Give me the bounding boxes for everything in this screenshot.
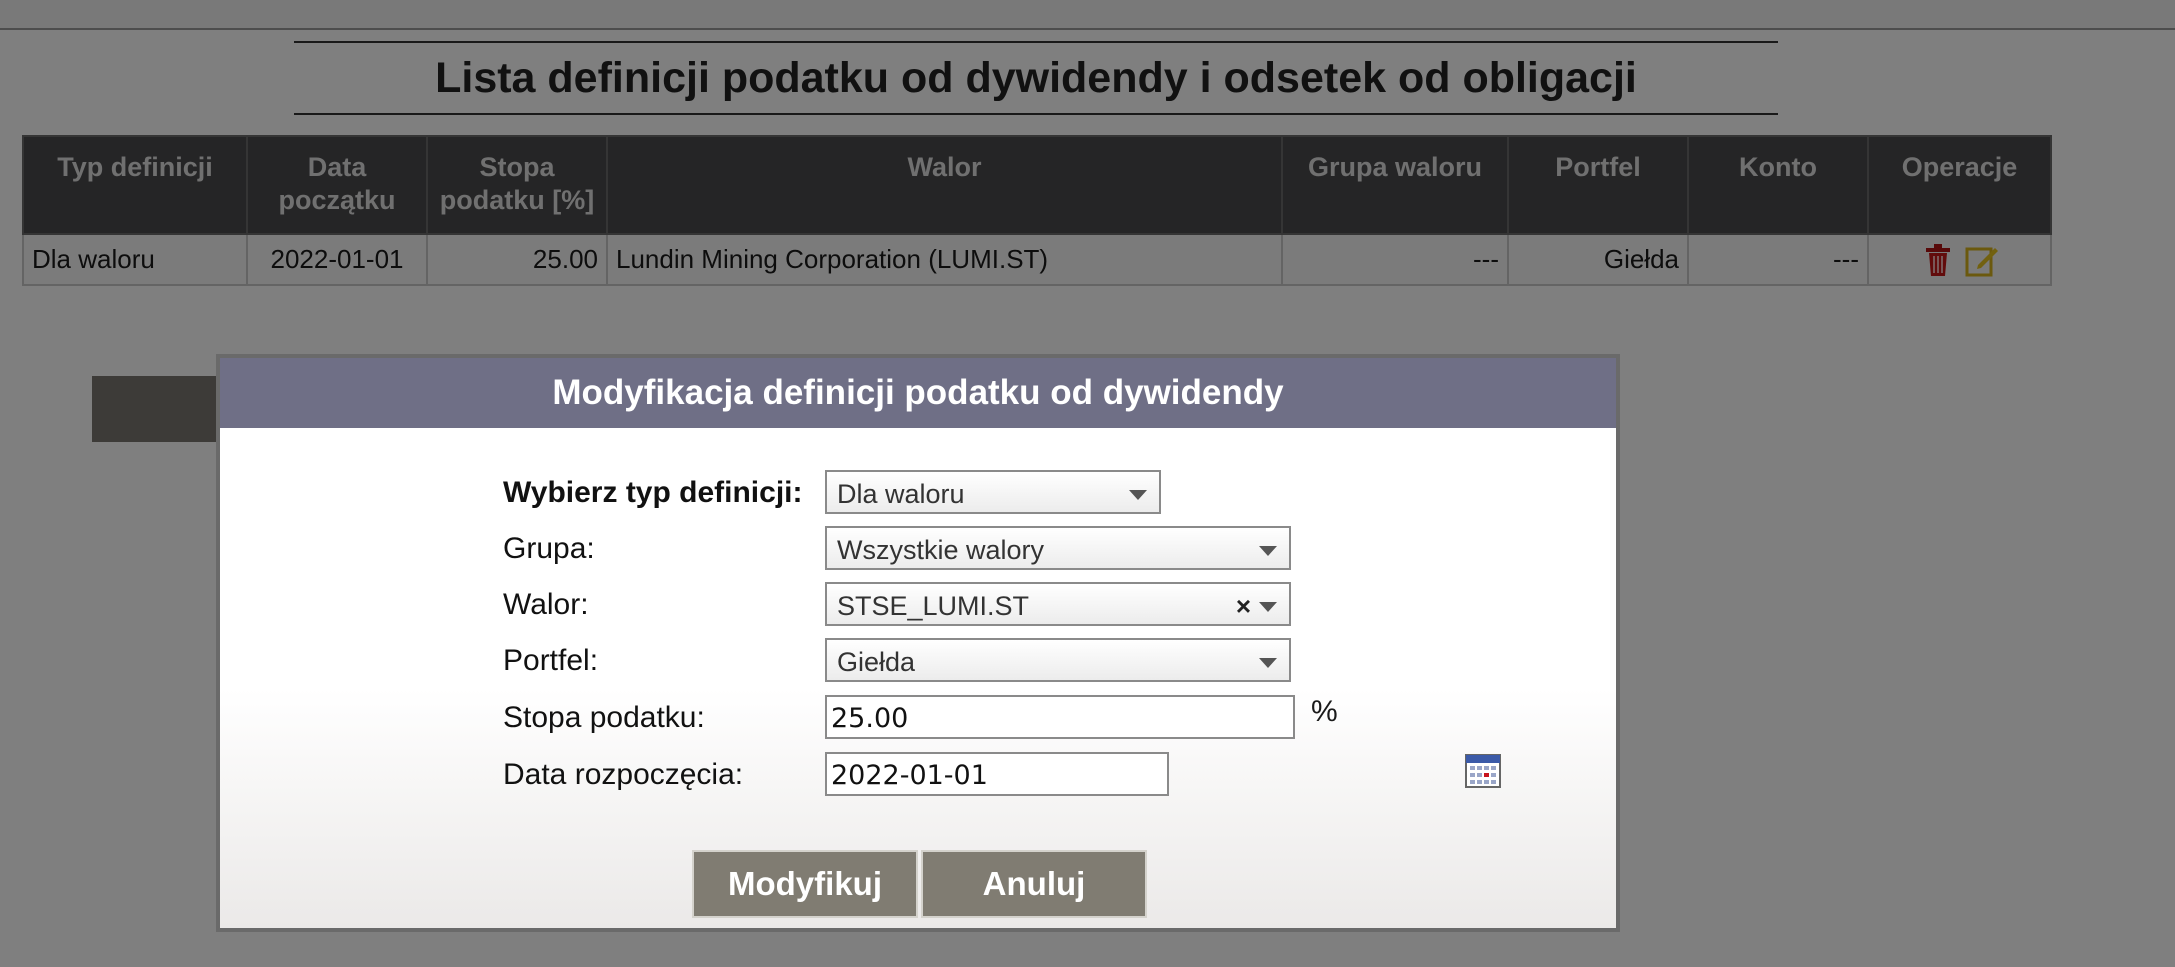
field-row-grupa: Grupa: Wszystkie walory: [503, 526, 1403, 572]
typ-select-value: Dla waloru: [837, 479, 965, 509]
grupa-label: Grupa:: [503, 532, 595, 565]
portfel-label: Portfel:: [503, 644, 599, 677]
field-row-walor: Walor: STSE_LUMI.ST ×: [503, 582, 1403, 628]
field-row-data: Data rozpoczęcia: 2022-01-01: [503, 752, 1501, 798]
grupa-select-value: Wszystkie walory: [837, 535, 1045, 565]
walor-label: Walor:: [503, 588, 589, 621]
grupa-select[interactable]: Wszystkie walory: [825, 526, 1291, 570]
portfel-select-value: Giełda: [837, 647, 916, 677]
stopa-input[interactable]: 25.00: [825, 695, 1295, 739]
clear-icon[interactable]: ×: [1236, 584, 1251, 628]
chevron-down-icon: [1259, 602, 1277, 612]
modify-dialog: Modyfikacja definicji podatku od dywiden…: [216, 354, 1620, 932]
field-row-typ: Wybierz typ definicji: Dla waloru: [503, 470, 1403, 516]
data-label: Data rozpoczęcia:: [503, 758, 744, 791]
dialog-title: Modyfikacja definicji podatku od dywiden…: [220, 358, 1616, 428]
modify-button[interactable]: Modyfikuj: [692, 850, 918, 918]
field-row-stopa: Stopa podatku: 25.00 %: [503, 695, 1403, 741]
chevron-down-icon: [1129, 490, 1147, 500]
stopa-label: Stopa podatku:: [503, 701, 705, 734]
date-input[interactable]: 2022-01-01: [825, 752, 1169, 796]
portfel-select[interactable]: Giełda: [825, 638, 1291, 682]
chevron-down-icon: [1259, 546, 1277, 556]
calendar-icon[interactable]: [1465, 754, 1501, 793]
walor-select[interactable]: STSE_LUMI.ST ×: [825, 582, 1291, 626]
typ-select[interactable]: Dla waloru: [825, 470, 1161, 514]
typ-label: Wybierz typ definicji:: [503, 476, 803, 509]
percent-unit: %: [1311, 695, 1338, 728]
cancel-button[interactable]: Anuluj: [921, 850, 1147, 918]
walor-select-value: STSE_LUMI.ST: [837, 591, 1030, 621]
field-row-portfel: Portfel: Giełda: [503, 638, 1403, 684]
chevron-down-icon: [1259, 658, 1277, 668]
